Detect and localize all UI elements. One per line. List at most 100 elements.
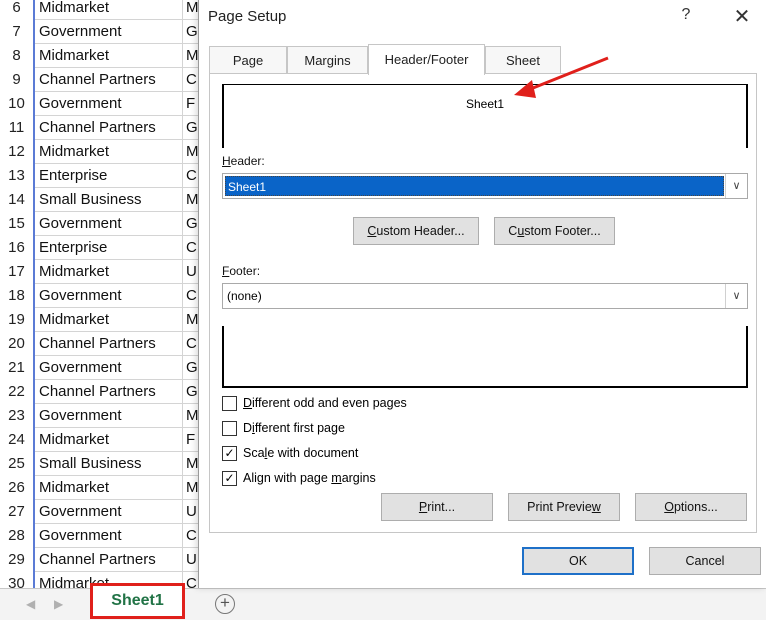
row-number[interactable]: 22 <box>0 380 35 404</box>
cell-column-b[interactable]: G <box>184 380 198 404</box>
checkbox-box[interactable] <box>222 421 237 436</box>
cell-column-b[interactable]: F <box>184 92 198 116</box>
close-icon[interactable]: ✕ <box>732 4 752 29</box>
row-number[interactable]: 18 <box>0 284 35 308</box>
row-number[interactable]: 10 <box>0 92 35 116</box>
row-number[interactable]: 14 <box>0 188 35 212</box>
check-icon[interactable]: ✓ <box>222 471 237 486</box>
row-number[interactable]: 20 <box>0 332 35 356</box>
tab-page[interactable]: Page <box>209 46 287 73</box>
cell-column-b[interactable]: M <box>184 308 198 332</box>
cell-column-b[interactable]: M <box>184 452 198 476</box>
tab-margins[interactable]: Margins <box>287 46 368 73</box>
cell-column-b[interactable]: C <box>184 236 198 260</box>
cell-column-b[interactable]: M <box>184 140 198 164</box>
row-number[interactable]: 13 <box>0 164 35 188</box>
row-number[interactable]: 9 <box>0 68 35 92</box>
row-number[interactable]: 23 <box>0 404 35 428</box>
cell-segment[interactable]: Channel Partners <box>36 548 183 572</box>
row-number[interactable]: 21 <box>0 356 35 380</box>
sheet-tab-sheet1[interactable]: Sheet1 <box>90 583 185 619</box>
cell-column-b[interactable]: M <box>184 188 198 212</box>
row-number[interactable]: 24 <box>0 428 35 452</box>
cell-segment[interactable]: Midmarket <box>36 44 183 68</box>
tab-header-footer[interactable]: Header/Footer <box>368 44 485 75</box>
cancel-button[interactable]: Cancel <box>649 547 761 575</box>
checkbox-box[interactable] <box>222 396 237 411</box>
print-button[interactable]: Print... <box>381 493 493 521</box>
row-number[interactable]: 12 <box>0 140 35 164</box>
row-number[interactable]: 16 <box>0 236 35 260</box>
cell-column-b[interactable]: C <box>184 524 198 548</box>
chevron-down-icon[interactable]: ∨ <box>725 284 747 308</box>
cell-segment[interactable]: Government <box>36 524 183 548</box>
row-number[interactable]: 8 <box>0 44 35 68</box>
cell-segment[interactable]: Midmarket <box>36 140 183 164</box>
row-number[interactable]: 6 <box>0 0 35 20</box>
print-preview-button[interactable]: Print Preview <box>508 493 620 521</box>
custom-footer-button[interactable]: Custom Footer... <box>494 217 615 245</box>
cell-segment[interactable]: Midmarket <box>36 428 183 452</box>
cell-segment[interactable]: Government <box>36 20 183 44</box>
row-number[interactable]: 26 <box>0 476 35 500</box>
cell-column-b[interactable]: M <box>184 44 198 68</box>
cell-segment[interactable]: Government <box>36 404 183 428</box>
row-number[interactable]: 27 <box>0 500 35 524</box>
previous-sheet-arrow-icon[interactable]: ◀ <box>26 597 35 611</box>
cell-segment[interactable]: Channel Partners <box>36 332 183 356</box>
cell-column-b[interactable]: M <box>184 404 198 428</box>
header-label: Header: <box>222 154 265 168</box>
check-icon[interactable]: ✓ <box>222 446 237 461</box>
custom-header-button[interactable]: Custom Header... <box>353 217 479 245</box>
row-number[interactable]: 28 <box>0 524 35 548</box>
cell-column-b[interactable]: U <box>184 548 198 572</box>
cell-column-b[interactable]: G <box>184 20 198 44</box>
cell-segment[interactable]: Government <box>36 284 183 308</box>
footer-preview <box>222 326 748 388</box>
row-number[interactable]: 11 <box>0 116 35 140</box>
cell-segment[interactable]: Midmarket <box>36 476 183 500</box>
cell-segment[interactable]: Government <box>36 500 183 524</box>
row-number[interactable]: 25 <box>0 452 35 476</box>
cell-segment[interactable]: Midmarket <box>36 0 183 20</box>
cell-segment[interactable]: Midmarket <box>36 308 183 332</box>
cell-column-b[interactable]: G <box>184 212 198 236</box>
cell-column-b[interactable]: U <box>184 260 198 284</box>
cell-segment[interactable]: Government <box>36 212 183 236</box>
cell-segment[interactable]: Small Business <box>36 452 183 476</box>
cell-column-b[interactable]: C <box>184 68 198 92</box>
cell-column-b[interactable]: C <box>184 284 198 308</box>
footer-select[interactable]: (none) ∨ <box>222 283 748 309</box>
cell-column-b[interactable]: F <box>184 428 198 452</box>
tab-sheet[interactable]: Sheet <box>485 46 561 73</box>
cell-segment[interactable]: Enterprise <box>36 236 183 260</box>
page-setup-dialog: Page Setup ? ✕ Page Margins Header/Foote… <box>198 0 766 588</box>
cell-segment[interactable]: Midmarket <box>36 260 183 284</box>
cell-column-b[interactable]: M <box>184 476 198 500</box>
row-number[interactable]: 17 <box>0 260 35 284</box>
cell-column-b[interactable]: G <box>184 356 198 380</box>
add-sheet-icon[interactable]: + <box>215 594 235 614</box>
row-number[interactable]: 15 <box>0 212 35 236</box>
cell-segment[interactable]: Government <box>36 356 183 380</box>
cell-column-b[interactable]: C <box>184 164 198 188</box>
next-sheet-arrow-icon[interactable]: ▶ <box>54 597 63 611</box>
cell-segment[interactable]: Government <box>36 92 183 116</box>
cell-column-b[interactable]: C <box>184 332 198 356</box>
chevron-down-icon[interactable]: ∨ <box>725 174 747 198</box>
header-select[interactable]: Sheet1 ∨ <box>222 173 748 199</box>
cell-segment[interactable]: Channel Partners <box>36 116 183 140</box>
help-icon[interactable]: ? <box>677 6 695 24</box>
options-button[interactable]: Options... <box>635 493 747 521</box>
ok-button[interactable]: OK <box>522 547 634 575</box>
cell-segment[interactable]: Channel Partners <box>36 68 183 92</box>
cell-segment[interactable]: Small Business <box>36 188 183 212</box>
row-number[interactable]: 19 <box>0 308 35 332</box>
cell-column-b[interactable]: M <box>184 0 198 20</box>
cell-column-b[interactable]: G <box>184 116 198 140</box>
row-number[interactable]: 29 <box>0 548 35 572</box>
row-number[interactable]: 7 <box>0 20 35 44</box>
cell-segment[interactable]: Channel Partners <box>36 380 183 404</box>
cell-segment[interactable]: Enterprise <box>36 164 183 188</box>
cell-column-b[interactable]: U <box>184 500 198 524</box>
